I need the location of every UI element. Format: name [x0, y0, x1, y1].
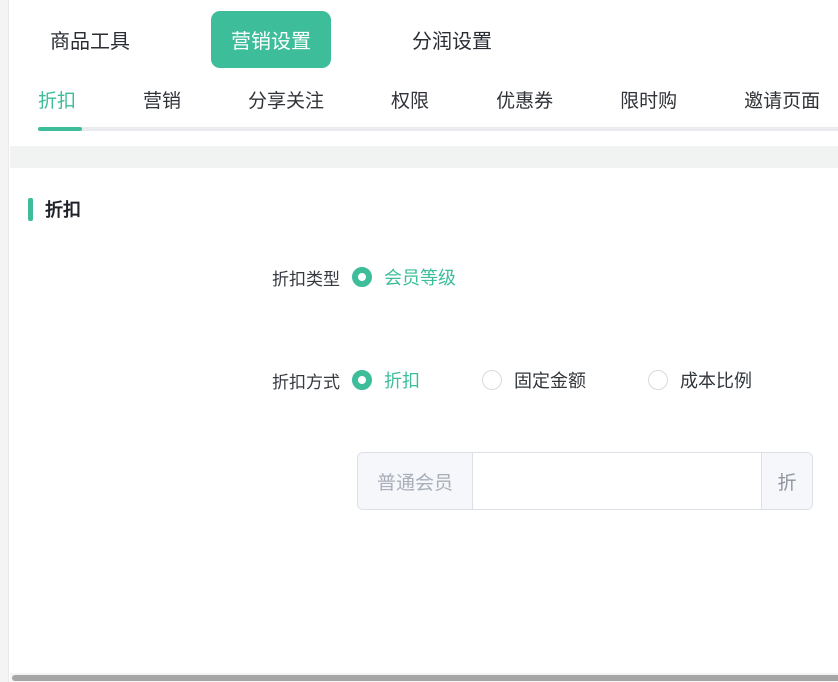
subtab-coupon[interactable]: 优惠券	[496, 86, 553, 113]
discount-method-options: 折扣 固定金额 成本比例	[352, 367, 752, 393]
radio-unchecked-icon	[648, 370, 668, 390]
tab-product-tools[interactable]: 商品工具	[50, 25, 130, 54]
radio-fixed-amount-label: 固定金额	[514, 367, 586, 393]
radio-unchecked-icon	[482, 370, 502, 390]
radio-fixed-amount[interactable]: 固定金额	[482, 367, 586, 393]
discount-method-label: 折扣方式	[0, 368, 340, 393]
discount-type-options: 会员等级	[352, 264, 456, 290]
subtab-flash-sale[interactable]: 限时购	[620, 86, 677, 113]
primary-tab-bar: 商品工具 营销设置 分润设置	[10, 0, 838, 78]
section-accent-bar	[28, 198, 33, 221]
subtab-invite-page[interactable]: 邀请页面	[744, 86, 820, 113]
tab-profit-settings[interactable]: 分润设置	[412, 25, 492, 54]
discount-settings-panel	[10, 168, 838, 675]
subtab-permissions[interactable]: 权限	[391, 86, 429, 113]
tab-marketing-settings[interactable]: 营销设置	[211, 11, 331, 68]
input-prepend-label: 普通会员	[358, 453, 473, 509]
section-header: 折扣	[28, 196, 81, 222]
horizontal-scrollbar-track[interactable]	[10, 673, 838, 682]
form-row-discount-method: 折扣方式 折扣 固定金额 成本比例	[0, 366, 752, 394]
radio-discount-label: 折扣	[384, 367, 420, 393]
radio-cost-ratio[interactable]: 成本比例	[648, 367, 752, 393]
subtab-share-follow[interactable]: 分享关注	[248, 86, 324, 113]
radio-checked-icon	[352, 370, 372, 390]
subtab-marketing[interactable]: 营销	[143, 86, 181, 113]
section-title: 折扣	[45, 196, 81, 222]
discount-value-input[interactable]	[473, 453, 761, 509]
left-edge-strip	[0, 0, 9, 682]
radio-discount[interactable]: 折扣	[352, 367, 420, 393]
radio-checked-icon	[352, 267, 372, 287]
form-row-discount-type: 折扣类型 会员等级	[0, 263, 456, 291]
radio-member-level[interactable]: 会员等级	[352, 264, 456, 290]
page: 商品工具 营销设置 分润设置 折扣 营销 分享关注 权限 优惠券 限时购 邀请页…	[0, 0, 838, 682]
panel-gap	[10, 146, 838, 168]
discount-type-label: 折扣类型	[0, 265, 340, 290]
radio-cost-ratio-label: 成本比例	[680, 367, 752, 393]
member-discount-input-group: 普通会员 折	[357, 452, 813, 510]
horizontal-scrollbar-thumb[interactable]	[12, 675, 838, 681]
tabs-panel: 商品工具 营销设置 分润设置 折扣 营销 分享关注 权限 优惠券 限时购 邀请页…	[10, 0, 838, 146]
input-append-label: 折	[761, 453, 812, 509]
secondary-tab-bar: 折扣 营销 分享关注 权限 优惠券 限时购 邀请页面	[10, 82, 838, 116]
radio-member-level-label: 会员等级	[384, 264, 456, 290]
active-subtab-underline	[38, 127, 82, 131]
subtab-track-line	[38, 127, 838, 131]
subtab-discount[interactable]: 折扣	[38, 86, 76, 113]
